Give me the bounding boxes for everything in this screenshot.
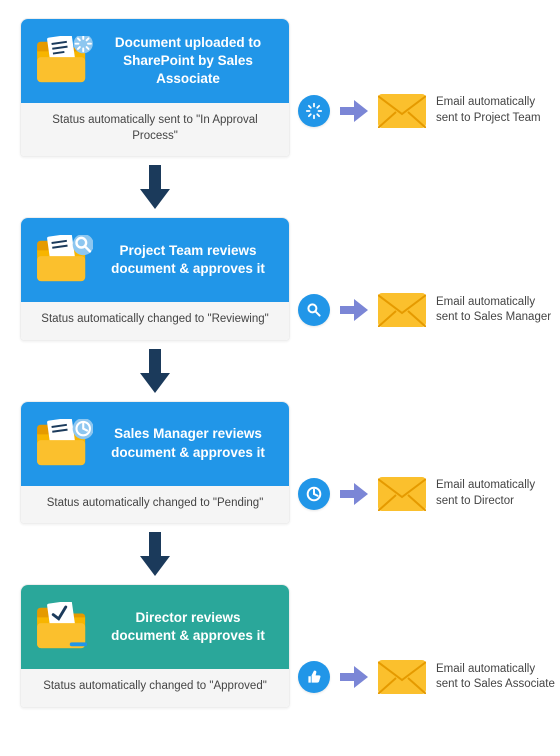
stage-card: Document uploaded to SharePoint by Sales…: [20, 18, 290, 157]
stage-status: Status automatically changed to "Approve…: [21, 669, 289, 707]
card-header: Document uploaded to SharePoint by Sales…: [21, 19, 289, 103]
folder-document-icon: [35, 235, 93, 285]
email-text: Email automatically sent to Sales Associ…: [436, 662, 556, 693]
stage-result: Email automatically sent to Sales Manage…: [290, 293, 556, 327]
search-icon: [298, 294, 330, 326]
stage-status: Status automatically changed to "Pending…: [21, 486, 289, 524]
workflow-stage: Project Team reviews document & approves…: [20, 217, 540, 341]
stage-card: Sales Manager reviews document & approve…: [20, 401, 290, 525]
stage-result: Email automatically sent to Project Team: [290, 94, 556, 128]
spinner-icon: [298, 95, 330, 127]
stage-status: Status automatically changed to "Reviewi…: [21, 302, 289, 340]
stage-title: Director reviews document & approves it: [105, 609, 271, 645]
email-icon: [378, 477, 426, 511]
arrow-down-icon: [20, 157, 290, 217]
stage-title: Sales Manager reviews document & approve…: [105, 425, 271, 461]
workflow-stage: Director reviews document & approves it …: [20, 584, 540, 708]
stage-card: Project Team reviews document & approves…: [20, 217, 290, 341]
card-header: Director reviews document & approves it: [21, 585, 289, 669]
stage-result: Email automatically sent to Sales Associ…: [290, 660, 556, 694]
arrow-right-icon: [340, 100, 368, 122]
stage-title: Document uploaded to SharePoint by Sales…: [105, 34, 271, 89]
arrow-right-icon: [340, 666, 368, 688]
clock-icon: [298, 478, 330, 510]
folder-document-icon: [35, 419, 93, 469]
card-header: Sales Manager reviews document & approve…: [21, 402, 289, 486]
email-text: Email automatically sent to Project Team: [436, 95, 556, 126]
email-icon: [378, 293, 426, 327]
arrow-down-icon: [20, 341, 290, 401]
workflow-stage: Document uploaded to SharePoint by Sales…: [20, 18, 540, 157]
thumbs-up-icon: [298, 661, 330, 693]
email-text: Email automatically sent to Sales Manage…: [436, 295, 556, 326]
stage-result: Email automatically sent to Director: [290, 477, 556, 511]
workflow-stage: Sales Manager reviews document & approve…: [20, 401, 540, 525]
arrow-right-icon: [340, 299, 368, 321]
card-header: Project Team reviews document & approves…: [21, 218, 289, 302]
stage-status: Status automatically sent to "In Approva…: [21, 103, 289, 156]
folder-document-icon: [35, 602, 93, 652]
stage-title: Project Team reviews document & approves…: [105, 242, 271, 278]
stage-card: Director reviews document & approves it …: [20, 584, 290, 708]
arrow-down-icon: [20, 524, 290, 584]
folder-document-icon: [35, 36, 93, 86]
arrow-right-icon: [340, 483, 368, 505]
email-icon: [378, 660, 426, 694]
email-text: Email automatically sent to Director: [436, 478, 556, 509]
email-icon: [378, 94, 426, 128]
